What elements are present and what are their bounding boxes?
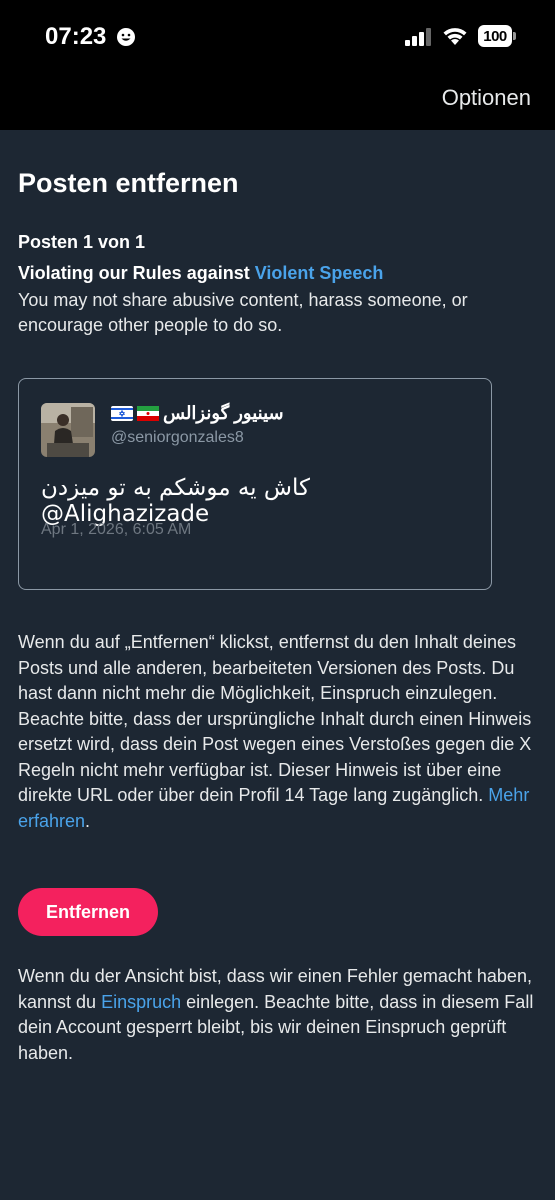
display-name-text: سینیور گونزالس: [163, 403, 284, 423]
battery-level: 100: [478, 25, 512, 47]
israel-flag-icon: [111, 406, 133, 421]
removal-explanation: Wenn du auf „Entfernen“ klickst, entfern…: [18, 630, 537, 834]
tweet-date: Apr 1, 2026, 6:05 AM: [41, 521, 192, 538]
violation-description: You may not share abusive content, haras…: [18, 290, 468, 335]
remove-button[interactable]: Entfernen: [18, 888, 158, 936]
options-button[interactable]: Optionen: [442, 85, 531, 111]
cellular-signal-icon: [405, 28, 431, 46]
battery-tip: [513, 32, 516, 40]
user-handle[interactable]: @seniorgonzales8: [111, 429, 244, 447]
tweet-text: کاش یه موشکم به تو میزدن @Alighazizade: [41, 475, 310, 527]
status-bar: 07:23 100: [0, 0, 555, 75]
appeal-link[interactable]: Einspruch: [101, 992, 181, 1012]
smiley-icon: [117, 28, 135, 46]
iran-flag-icon: [137, 406, 159, 421]
status-time: 07:23: [45, 23, 107, 50]
removal-suffix: .: [85, 810, 91, 831]
battery-icon: 100: [478, 25, 516, 47]
post-count: Posten 1 von 1: [18, 232, 146, 252]
wifi-icon: [443, 28, 467, 45]
violation-prefix: Violating our Rules against: [18, 263, 255, 283]
page-title: Posten entfernen: [18, 168, 239, 198]
top-nav-bar: Optionen: [0, 75, 555, 130]
removal-text: Wenn du auf „Entfernen“ klickst, entfern…: [18, 632, 532, 805]
violent-speech-link[interactable]: Violent Speech: [255, 263, 384, 283]
display-name[interactable]: سینیور گونزالس: [111, 403, 284, 424]
violation-heading: Violating our Rules against Violent Spee…: [18, 263, 383, 284]
appeal-explanation: Wenn du der Ansicht bist, dass wir einen…: [18, 964, 537, 1066]
tweet-card: سینیور گونزالس @seniorgonzales8 کاش یه م…: [18, 378, 492, 590]
avatar[interactable]: [41, 403, 95, 457]
